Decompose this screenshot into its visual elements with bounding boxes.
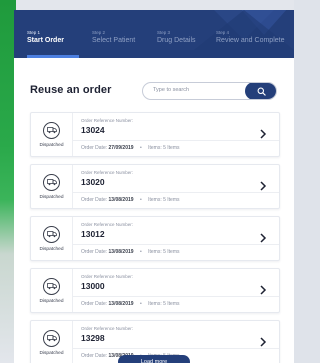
step-label: Review and Complete — [216, 37, 285, 44]
item-count: Items: 5 Items — [148, 249, 180, 255]
order-status: Dispatched — [31, 321, 73, 363]
order-row[interactable]: Dispatched Order Reference Number: 13020… — [30, 164, 280, 209]
order-status: Dispatched — [31, 113, 73, 156]
date-label: Order Date: — [81, 249, 108, 255]
order-meta: Order Date: 13/08/2019 • Items: 5 Items — [81, 249, 180, 255]
order-status: Dispatched — [31, 217, 73, 260]
date-label: Order Date: — [81, 353, 108, 359]
date-label: Order Date: — [81, 197, 108, 203]
search-input[interactable]: Type to search — [153, 87, 189, 93]
load-more-button[interactable]: Load more — [118, 355, 190, 363]
order-date: 27/09/2019 — [108, 145, 134, 151]
order-date: 13/08/2019 — [108, 249, 134, 255]
status-text: Dispatched — [39, 142, 64, 148]
chevron-right-icon[interactable] — [259, 285, 267, 295]
ref-label: Order Reference Number: — [81, 222, 134, 227]
status-text: Dispatched — [39, 246, 64, 252]
date-label: Order Date: — [81, 301, 108, 307]
step-number: Step 4 — [216, 30, 230, 35]
ref-label: Order Reference Number: — [81, 170, 134, 175]
order-row[interactable]: Dispatched Order Reference Number: 13012… — [30, 216, 280, 261]
step-4-review-and-complete[interactable]: Step 4 Review and Complete — [216, 30, 284, 44]
delivery-van-icon — [43, 173, 60, 191]
order-stepper: Step 1 Start Order Step 2 Select Patient… — [14, 10, 294, 58]
status-text: Dispatched — [39, 298, 64, 304]
separator: • — [139, 145, 142, 151]
step-number: Step 3 — [157, 30, 171, 35]
divider — [73, 140, 279, 141]
order-reference: 13000 — [81, 281, 105, 291]
divider — [73, 192, 279, 193]
active-step-indicator — [27, 55, 79, 58]
divider — [73, 348, 279, 349]
order-date: 13/08/2019 — [108, 197, 134, 203]
search-button[interactable] — [245, 83, 276, 99]
order-status: Dispatched — [31, 165, 73, 208]
step-label: Drug Details — [157, 37, 196, 44]
ref-label: Order Reference Number: — [81, 326, 134, 331]
app-screen: Step 1 Start Order Step 2 Select Patient… — [0, 0, 294, 363]
delivery-van-icon — [43, 329, 60, 347]
delivery-van-icon — [43, 225, 60, 243]
status-text: Dispatched — [39, 194, 64, 200]
step-2-select-patient[interactable]: Step 2 Select Patient — [92, 30, 135, 44]
order-reference: 13024 — [81, 125, 105, 135]
step-label: Start Order — [27, 37, 64, 44]
chevron-right-icon[interactable] — [259, 233, 267, 243]
order-date: 13/08/2019 — [108, 301, 134, 307]
order-meta: Order Date: 13/08/2019 • Items: 5 Items — [81, 197, 180, 203]
search-box: Type to search — [142, 82, 277, 100]
order-reference: 13012 — [81, 229, 105, 239]
date-label: Order Date: — [81, 145, 108, 151]
page-title: Reuse an order — [30, 84, 112, 96]
divider — [73, 296, 279, 297]
step-3-drug-details[interactable]: Step 3 Drug Details — [157, 30, 196, 44]
chevron-right-icon[interactable] — [259, 337, 267, 347]
order-meta: Order Date: 13/08/2019 • Items: 5 Items — [81, 301, 180, 307]
order-meta: Order Date: 27/09/2019 • Items: 5 Items — [81, 145, 180, 151]
order-list: Dispatched Order Reference Number: 13024… — [30, 112, 280, 363]
step-number: Step 2 — [92, 30, 106, 35]
separator: • — [139, 301, 142, 307]
chevron-right-icon[interactable] — [259, 129, 267, 139]
delivery-van-icon — [43, 121, 60, 139]
separator: • — [139, 249, 142, 255]
order-status: Dispatched — [31, 269, 73, 312]
item-count: Items: 5 Items — [148, 301, 180, 307]
step-label: Select Patient — [92, 37, 136, 44]
item-count: Items: 5 Items — [148, 145, 180, 151]
step-1-start-order[interactable]: Step 1 Start Order — [27, 30, 64, 44]
order-row[interactable]: Dispatched Order Reference Number: 13000… — [30, 268, 280, 313]
ref-label: Order Reference Number: — [81, 274, 134, 279]
order-reference: 13020 — [81, 177, 105, 187]
item-count: Items: 5 Items — [148, 197, 180, 203]
chevron-right-icon[interactable] — [259, 181, 267, 191]
divider — [73, 244, 279, 245]
status-text: Dispatched — [39, 350, 64, 356]
step-number: Step 1 — [27, 30, 41, 35]
separator: • — [139, 197, 142, 203]
order-reference: 13298 — [81, 333, 105, 343]
delivery-van-icon — [43, 277, 60, 295]
main-panel: Step 1 Start Order Step 2 Select Patient… — [14, 10, 294, 363]
order-row[interactable]: Dispatched Order Reference Number: 13024… — [30, 112, 280, 157]
ref-label: Order Reference Number: — [81, 118, 134, 123]
list-header: Reuse an order Type to search — [14, 82, 294, 102]
search-icon — [257, 87, 266, 96]
